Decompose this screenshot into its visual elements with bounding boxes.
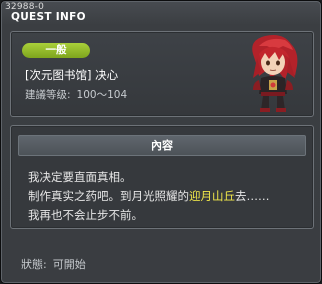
level-label: 建議等级: [25,89,71,101]
description-line-3: 我再也不会止步不前。 [28,208,143,222]
content-header: 內容 [18,135,306,156]
description-text: 去…… [235,189,270,203]
quest-name: [次元图书馆] 决心 [25,68,119,82]
quest-header-panel: 一般 [次元图书馆] 决心 建議等级: 100～104 [10,31,314,117]
location-highlight: 迎月山丘 [189,189,235,203]
quest-npc-portrait-icon [252,35,298,112]
quest-content-panel: 內容 我决定要直面真相。 制作真实之药吧。到月光照耀的迎月山丘去…… 我再也不会… [10,125,314,229]
status-label: 狀態: [21,258,47,271]
quest-info-window: 32988-0 QUEST INFO 一般 [次元图书馆] 决心 建議等级: 10… [0,0,322,284]
quest-status: 狀態: 可開始 [21,258,86,272]
window-title: QUEST INFO [11,11,86,23]
quest-level: 建議等级: 100～104 [25,88,127,102]
category-badge: 一般 [22,43,90,58]
quest-description: 我决定要直面真相。 制作真实之药吧。到月光照耀的迎月山丘去…… 我再也不会止步不… [28,168,308,225]
description-line-1: 我决定要直面真相。 [28,170,132,184]
description-text: 制作真实之药吧。到月光照耀的 [28,189,189,203]
description-line-2: 制作真实之药吧。到月光照耀的迎月山丘去…… [28,187,308,206]
status-value: 可開始 [52,258,86,271]
level-range: 100～104 [76,89,128,101]
